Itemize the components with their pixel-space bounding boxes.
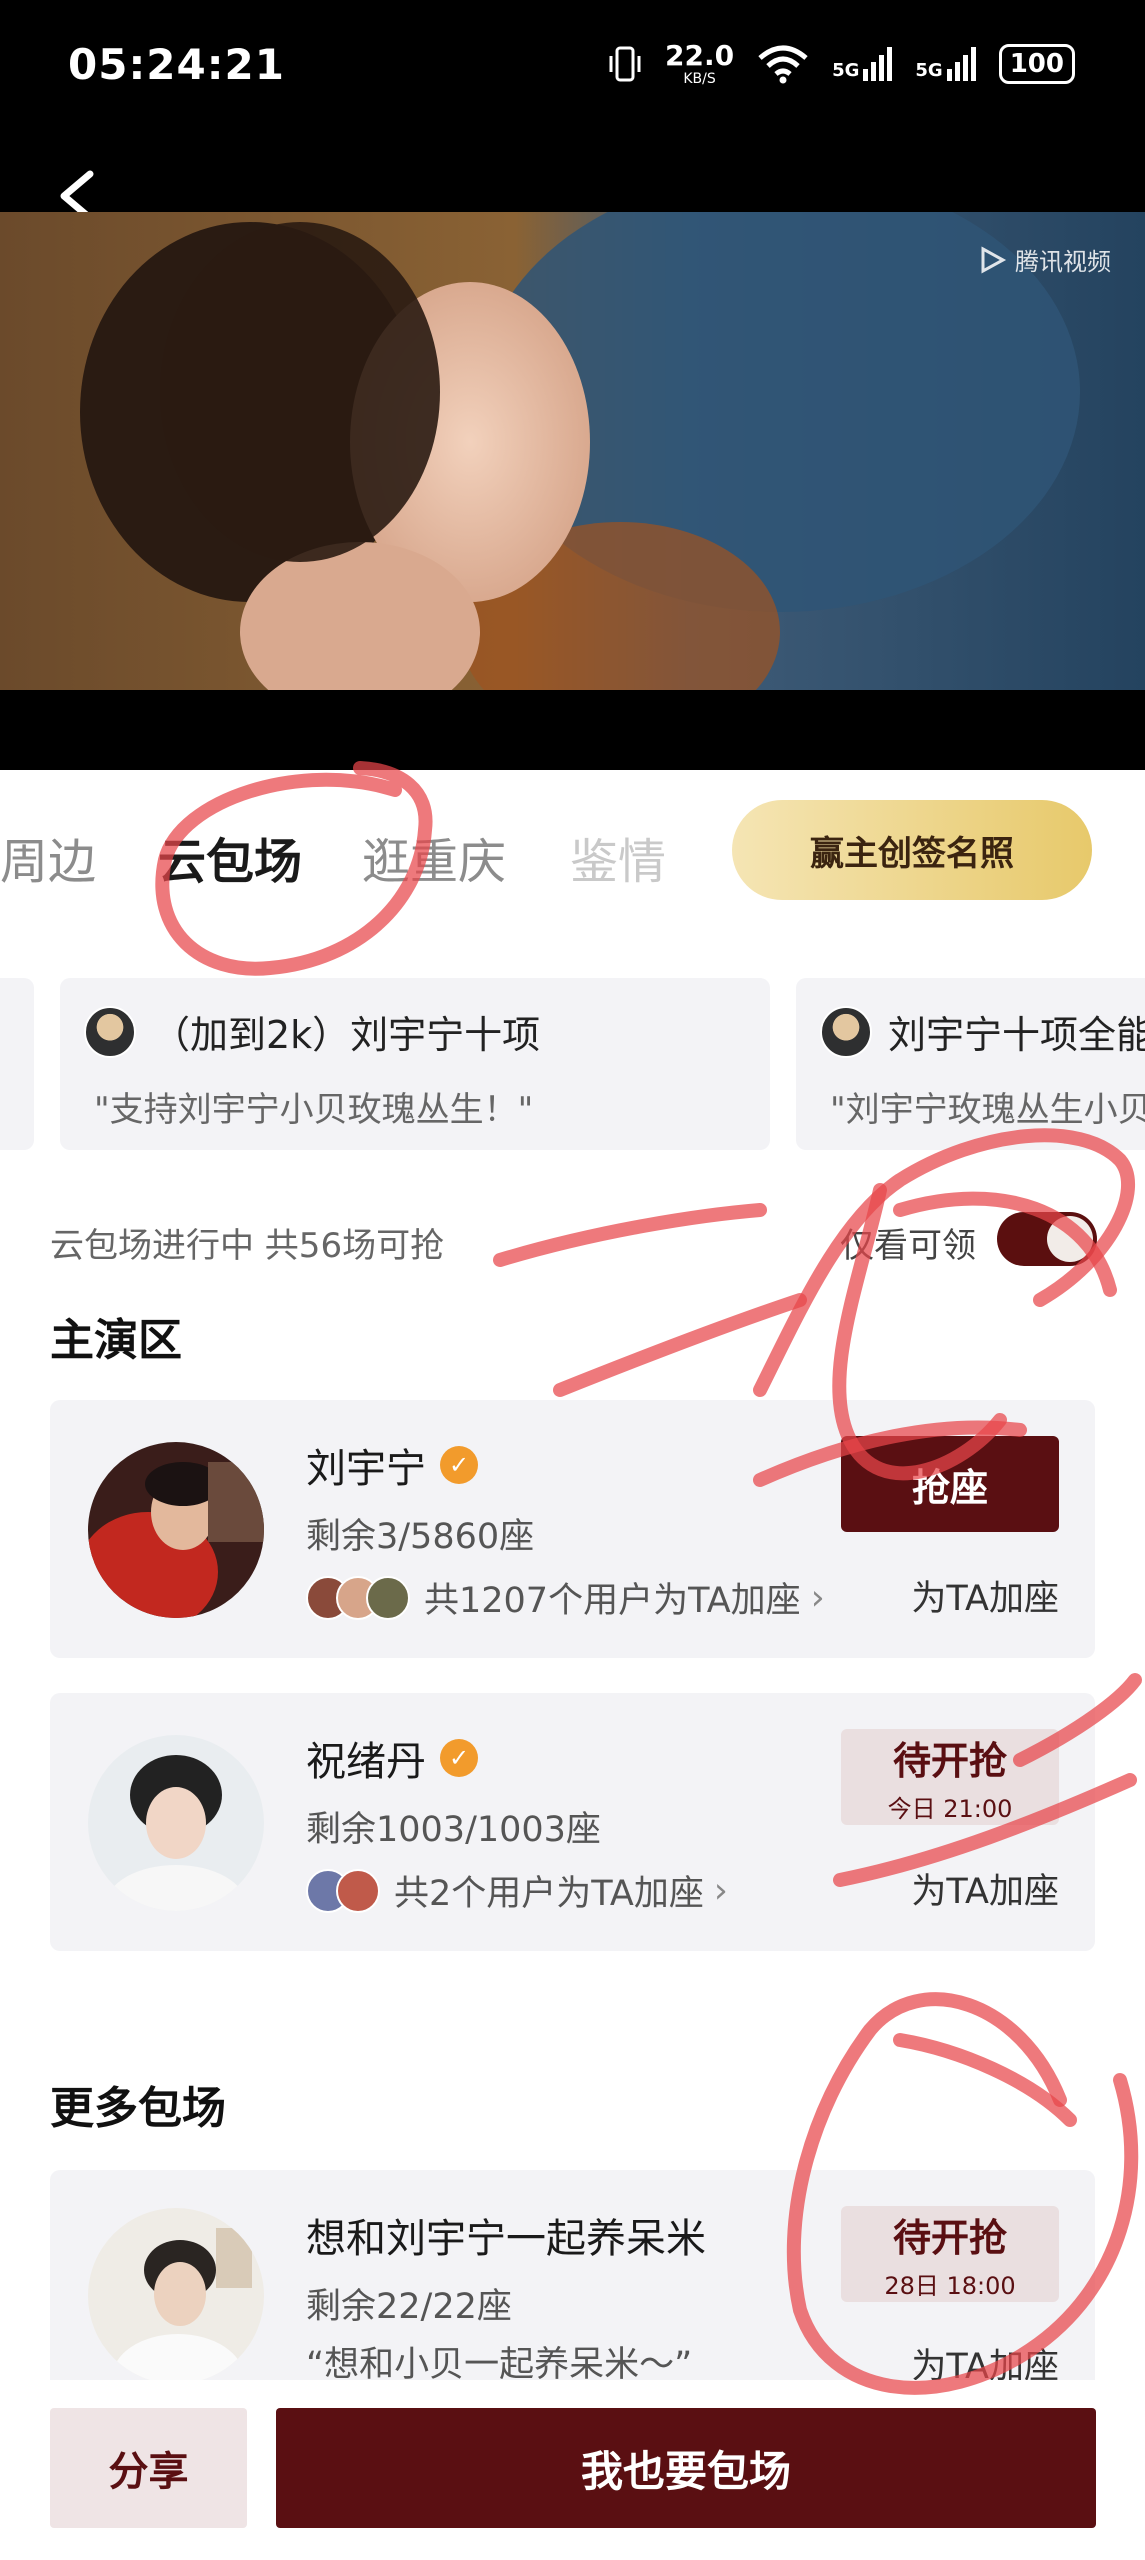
net-5g-label: 5G — [915, 60, 943, 81]
video-watermark: 腾讯视频 — [977, 242, 1111, 277]
supporters-text: 共1207个用户为TA加座 — [424, 1581, 801, 1621]
seats-remaining: 剩余3/5860座 — [306, 1517, 535, 1557]
chevron-right-icon: › — [810, 1577, 825, 1618]
net-5g-label: 5G — [832, 60, 860, 81]
card-name: 刘宇宁 — [306, 1446, 426, 1492]
vibrate-icon — [609, 46, 641, 82]
ticker-title-row: 刘宇宁十项全能 — [820, 1004, 1145, 1059]
net-speed-unit: KB/S — [683, 71, 716, 87]
booking-card[interactable]: 刘宇宁 ✓ 剩余3/5860座 共1207个用户为TA加座 › 抢座 为TA加座 — [50, 1400, 1095, 1658]
video-bottom-bar — [0, 690, 1145, 770]
signal-5g-1: 5G — [832, 47, 893, 81]
card-name-row: 祝绪丹 ✓ — [306, 1729, 478, 1787]
net-speed: 22.0 KB/S — [665, 39, 735, 87]
battery-indicator: 100 — [998, 44, 1075, 84]
wifi-icon — [758, 45, 808, 84]
pending-grab-button[interactable]: 待开抢 28日 18:00 — [841, 2206, 1059, 2302]
supporters-link[interactable]: 共2个用户为TA加座 › — [306, 1865, 728, 1916]
video-frame-image — [0, 212, 1145, 690]
pending-time: 今日 21:00 — [887, 1795, 1013, 1823]
signal-bars-icon — [946, 47, 976, 81]
add-seat-link[interactable]: 为TA加座 — [911, 1863, 1059, 1914]
book-screening-button[interactable]: 我也要包场 — [276, 2408, 1096, 2528]
ticker-title: 刘宇宁十项全能 — [888, 1013, 1145, 1057]
seats-remaining: 剩余22/22座 — [306, 2287, 512, 2327]
supporter-avatars — [306, 1868, 380, 1913]
tab-cloud-booking[interactable]: 云包场 — [158, 822, 302, 892]
tab-chongqing[interactable]: 逛重庆 — [362, 822, 506, 892]
play-logo-icon — [981, 245, 1007, 274]
supporters-text: 共2个用户为TA加座 — [394, 1874, 704, 1914]
card-name: 想和刘宇宁一起养呆米 — [306, 2216, 706, 2262]
ticker-card[interactable]: （加到2k）刘宇宁十项 "支持刘宇宁小贝玫瑰丛生！" — [60, 978, 770, 1150]
booking-card[interactable]: 想和刘宇宁一起养呆米 剩余22/22座 “想和小贝一起养呆米～” 待开抢 28日… — [50, 2170, 1095, 2380]
avatar — [88, 1442, 264, 1618]
avatar — [336, 1868, 380, 1913]
ticker-quote: "刘宇宁玫瑰丛生小贝 — [830, 1090, 1145, 1130]
avatar — [366, 1575, 410, 1620]
add-seat-link[interactable]: 为TA加座 — [911, 2338, 1059, 2380]
section-title-main: 主演区 — [50, 1315, 182, 1366]
verified-badge-icon: ✓ — [440, 1446, 478, 1484]
promo-button[interactable]: 赢主创签名照 — [732, 800, 1092, 900]
section-title-more: 更多包场 — [50, 2083, 226, 2134]
toggle-knob — [1047, 1216, 1093, 1262]
chevron-right-icon: › — [713, 1870, 728, 1911]
add-seat-link[interactable]: 为TA加座 — [911, 1570, 1059, 1621]
booking-card[interactable]: 祝绪丹 ✓ 剩余1003/1003座 共2个用户为TA加座 › 待开抢 今日 2… — [50, 1693, 1095, 1951]
card-name: 祝绪丹 — [306, 1739, 426, 1785]
tab-peripherals[interactable]: 周边 — [0, 822, 96, 892]
status-time: 05:24:21 — [68, 40, 285, 89]
avatar — [84, 1005, 136, 1058]
ticker-title: （加到2k）刘宇宁十项 — [152, 1013, 541, 1057]
net-speed-value: 22.0 — [665, 39, 735, 72]
card-name-row: 刘宇宁 ✓ — [306, 1436, 478, 1494]
pending-grab-button[interactable]: 待开抢 今日 21:00 — [841, 1729, 1059, 1825]
signal-bars-icon — [863, 47, 893, 81]
status-bar-background — [0, 0, 1145, 212]
grab-seat-button[interactable]: 抢座 — [841, 1436, 1059, 1532]
tab-jianqing[interactable]: 鉴情 — [570, 822, 666, 892]
video-player[interactable]: 腾讯视频 — [0, 212, 1145, 690]
avatar — [88, 2208, 264, 2380]
ticker-card-partial[interactable] — [0, 978, 34, 1150]
card-name-row: 想和刘宇宁一起养呆米 — [306, 2206, 706, 2264]
filter-toggle[interactable] — [997, 1212, 1097, 1266]
card-quote: “想和小贝一起养呆米～” — [306, 2345, 693, 2380]
filter-label: 仅看可领 — [840, 1226, 976, 1266]
signal-5g-2: 5G — [915, 47, 976, 81]
pending-label: 待开抢 — [892, 1739, 1007, 1783]
pending-label: 待开抢 — [892, 2216, 1007, 2260]
verified-badge-icon: ✓ — [440, 1739, 478, 1777]
avatar — [820, 1005, 872, 1058]
status-icons: 22.0 KB/S 5G 5G 100 — [607, 42, 1075, 86]
ticker-card[interactable]: 刘宇宁十项全能 "刘宇宁玫瑰丛生小贝 — [796, 978, 1145, 1150]
ticker-title-row: （加到2k）刘宇宁十项 — [84, 1004, 540, 1059]
supporter-avatars — [306, 1575, 410, 1620]
avatar — [88, 1735, 264, 1911]
watermark-text: 腾讯视频 — [1015, 248, 1111, 276]
booking-status-text: 云包场进行中 共56场可抢 — [50, 1226, 445, 1266]
pending-time: 28日 18:00 — [884, 2272, 1016, 2300]
seats-remaining: 剩余1003/1003座 — [306, 1810, 601, 1850]
supporters-link[interactable]: 共1207个用户为TA加座 › — [306, 1572, 825, 1623]
share-button[interactable]: 分享 — [50, 2408, 247, 2528]
ticker-quote: "支持刘宇宁小贝玫瑰丛生！" — [94, 1090, 534, 1130]
